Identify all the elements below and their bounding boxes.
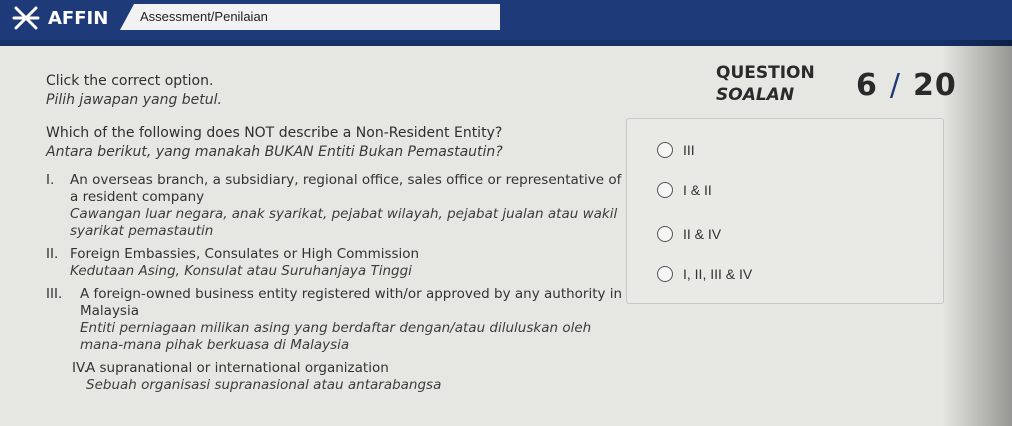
instruction-ms: Pilih jawapan yang betul. <box>46 92 222 108</box>
item-number: IV. <box>72 360 88 376</box>
tab-assessment[interactable]: Assessment/Penilaian <box>120 4 500 30</box>
question-label-en: QUESTION <box>716 63 815 83</box>
option-3[interactable]: II & IV <box>657 223 721 245</box>
radio-button[interactable] <box>657 142 673 158</box>
question-ms: Antara berikut, yang manakah BUKAN Entit… <box>46 144 503 160</box>
item-ms: Cawangan luar negara, anak syarikat, pej… <box>70 206 618 239</box>
list-item: II. Foreign Embassies, Consulates or Hig… <box>46 246 626 280</box>
question-en: Which of the following does NOT describe… <box>46 125 503 141</box>
item-en: Foreign Embassies, Consulates or High Co… <box>70 246 420 262</box>
item-ms: Entiti perniagaan milikan asing yang ber… <box>80 320 592 353</box>
item-number: I. <box>46 172 55 188</box>
option-label: I, II, III & IV <box>683 266 753 282</box>
option-label: II & IV <box>683 226 722 242</box>
radio-button[interactable] <box>657 266 673 282</box>
item-number: II. <box>46 246 59 262</box>
counter-slash: / <box>889 68 901 103</box>
statement-list: I. An overseas branch, a subsidiary, reg… <box>46 172 626 400</box>
current-question-number: 6 <box>856 68 878 103</box>
total-question-number: 20 <box>912 68 957 103</box>
radio-button[interactable] <box>657 226 673 242</box>
question-text: Which of the following does NOT describe… <box>46 124 606 162</box>
answer-options-panel: III I & II II & IV I, II, III & IV <box>626 118 944 304</box>
list-item: I. An overseas branch, a subsidiary, reg… <box>46 172 626 240</box>
item-ms: Sebuah organisasi supranasional atau ant… <box>86 377 442 393</box>
option-2[interactable]: I & II <box>657 179 712 201</box>
affin-logo-icon <box>12 6 40 30</box>
item-en: An overseas branch, a subsidiary, region… <box>70 172 622 205</box>
option-label: I & II <box>683 182 712 198</box>
brand-name: AFFIN <box>48 7 109 29</box>
instruction: Click the correct option. Pilih jawapan … <box>46 72 222 110</box>
option-label: III <box>683 142 695 158</box>
question-counter: 6 / 20 <box>856 68 957 103</box>
item-ms: Kedutaan Asing, Konsulat atau Suruhanjay… <box>70 263 412 279</box>
item-en: A supranational or international organiz… <box>86 360 389 376</box>
option-4[interactable]: I, II, III & IV <box>657 263 752 285</box>
top-bar: AFFIN Assessment/Penilaian <box>0 0 1012 46</box>
question-label-ms: SOALAN <box>716 85 795 105</box>
list-item: IV. A supranational or international org… <box>42 360 626 394</box>
item-en: A foreign-owned business entity register… <box>80 286 623 319</box>
brand-logo: AFFIN <box>12 4 108 32</box>
header-divider <box>0 40 1012 46</box>
question-label: QUESTION SOALAN <box>716 62 815 106</box>
radio-button[interactable] <box>657 182 673 198</box>
instruction-en: Click the correct option. <box>46 73 214 89</box>
option-1[interactable]: III <box>657 139 695 161</box>
list-item: III. A foreign-owned business entity reg… <box>46 286 626 354</box>
item-number: III. <box>46 286 63 302</box>
